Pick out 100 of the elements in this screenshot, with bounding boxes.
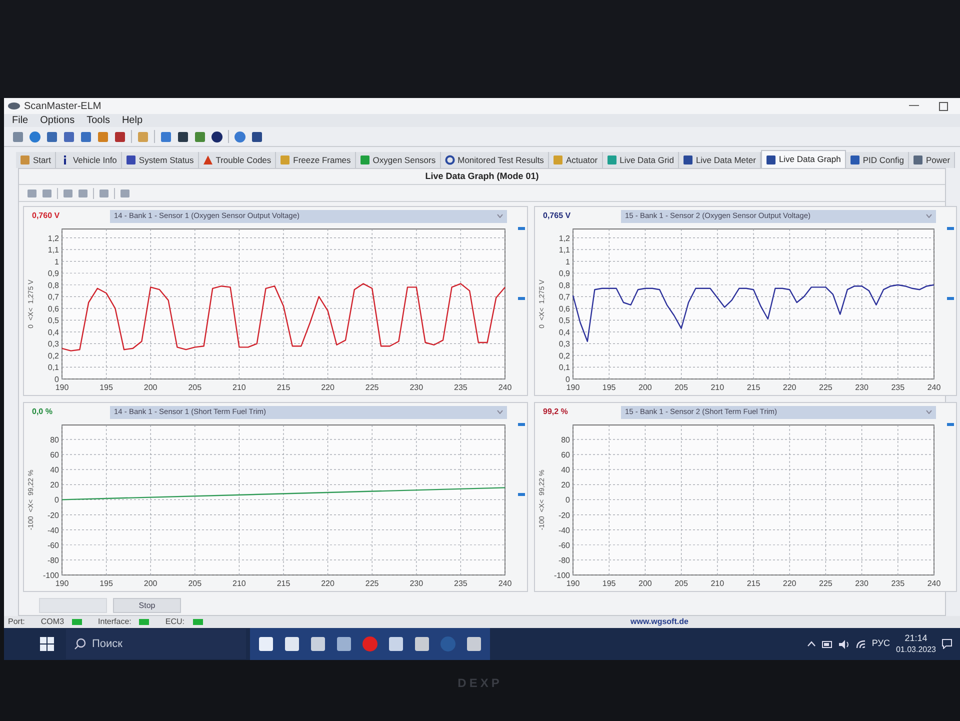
axis-tick-label: 240 [927,579,941,588]
status-label: ECU: [165,616,185,628]
website-link[interactable]: www.wgsoft.de [630,616,688,628]
axis-tick-label: 80 [50,435,59,444]
scale-marker-icon[interactable] [518,493,525,496]
axis-tick-label: 1,2 [558,234,570,243]
axis-tick-label: 225 [365,579,379,588]
warning-icon [202,155,213,165]
speaker-icon[interactable] [838,640,850,648]
tab[interactable]: Vehicle Info [56,152,122,168]
axis-tick-label: 205 [188,383,202,392]
tab[interactable]: Live Data Meter [678,152,761,168]
reading-value: 99,2 % [543,406,569,418]
menu-item[interactable]: File [12,113,28,128]
tab[interactable]: Trouble Codes [198,152,276,168]
wifi-icon[interactable] [856,640,866,648]
axis-tick-label: 240 [498,579,512,588]
axis-tick-label: 0,1 [48,363,59,372]
axis-tick-label: 0,4 [558,328,570,337]
axis-tick-label: 0,7 [558,292,570,302]
tab[interactable]: PID Config [846,152,909,168]
axis-tick-label: 0,6 [48,304,59,314]
status-label: Interface: [98,616,132,628]
caret-icon [926,410,932,414]
axis-tick-label: 1,2 [48,234,59,243]
axis-tick-label: 230 [855,579,868,588]
axis-tick-label: 0,9 [48,269,59,278]
clock-time[interactable]: 21:14 [904,633,928,644]
menu-item[interactable]: Help [122,113,143,128]
input-language[interactable]: РУС [872,637,890,651]
axis-tick-label: 220 [782,383,796,392]
tab[interactable]: Start [16,152,56,168]
axis-tick-label: 230 [410,579,424,588]
tab[interactable]: Oxygen Sensors [356,152,441,168]
axis-tick-label: 1 [54,257,59,266]
axis-tick-label: 0,5 [558,316,570,326]
axis-tick-label: 20 [50,480,59,490]
axis-tick-label: 0,6 [558,304,570,314]
tab[interactable]: Live Data Graph [760,150,846,168]
axis-tick-label: 225 [365,383,379,392]
caret-icon [926,214,932,218]
axis-tick-label: 225 [819,579,832,588]
axis-tick-label: 200 [144,579,158,588]
axis-tick-label: 235 [891,579,905,588]
axis-tick-label: 195 [602,383,616,392]
axis-tick-label: 0 [54,496,59,505]
battery-icon[interactable] [822,640,833,648]
tab[interactable]: Live Data Grid [602,152,679,168]
scale-marker-icon[interactable] [518,423,525,426]
axis-tick-label: 220 [321,579,334,588]
search-field[interactable]: Поиск [66,629,246,659]
axis-tick-label: -100 [554,571,570,580]
axis-tick-label: 1 [566,257,570,266]
caret-icon [497,410,503,414]
minimize-icon[interactable] [909,105,919,107]
axis-tick-label: -100 [42,571,59,580]
search-icon [74,638,86,650]
axis-tick-label: 0,1 [558,363,570,372]
scale-marker-icon[interactable] [947,227,954,230]
axis-tick-label: 225 [819,383,832,392]
notification-icon[interactable] [942,639,952,649]
axis-tick-label: 0,8 [48,280,59,290]
axis-tick-label: 235 [454,579,468,588]
axis-tick-label: 235 [891,383,905,392]
scale-marker-icon[interactable] [518,227,525,230]
scale-marker-icon[interactable] [947,297,954,300]
axis-tick-label: -40 [47,526,59,535]
chevron-up-icon[interactable] [806,641,816,647]
axis-tick-label: -80 [558,556,570,565]
axis-tick-label: 80 [561,435,570,444]
axis-tick-label: 60 [50,450,59,460]
windows-logo-icon[interactable] [40,637,54,651]
maximize-icon[interactable] [939,102,948,110]
axis-tick-label: 1,1 [558,246,570,255]
reading-value: 0,0 % [32,406,54,418]
axis-tick-label: 0,2 [558,351,570,360]
axis-tick-label: 0,7 [48,292,59,302]
axis-tick-label: 0,3 [558,340,570,349]
axis-tick-label: 210 [232,383,246,392]
axis-tick-label: 210 [710,579,724,588]
push-button[interactable]: Stop [113,598,181,613]
clock-date[interactable]: 01.03.2023 [896,644,936,655]
axis-tick-label: 1,1 [48,246,59,255]
axis-tick-label: 215 [276,579,290,588]
scale-marker-icon[interactable] [947,423,954,426]
axis-tick-label: 0 [566,496,570,505]
axis-tick-label: 0,3 [48,340,59,349]
scale-marker-icon[interactable] [518,297,525,300]
tab[interactable]: Power [908,152,956,168]
axis-tick-label: 190 [566,579,580,588]
menu-item[interactable]: Options [40,113,75,128]
tab[interactable]: System Status [122,152,199,168]
ring-icon [444,155,455,165]
menu-item[interactable]: Tools [86,113,110,128]
axis-tick-label: 195 [100,579,113,588]
tab[interactable]: Monitored Test Results [440,152,549,168]
axis-tick-label: 0,4 [48,328,59,337]
tab[interactable]: Actuator [548,152,603,168]
axis-tick-label: -80 [47,556,59,565]
tab[interactable]: Freeze Frames [276,152,356,168]
